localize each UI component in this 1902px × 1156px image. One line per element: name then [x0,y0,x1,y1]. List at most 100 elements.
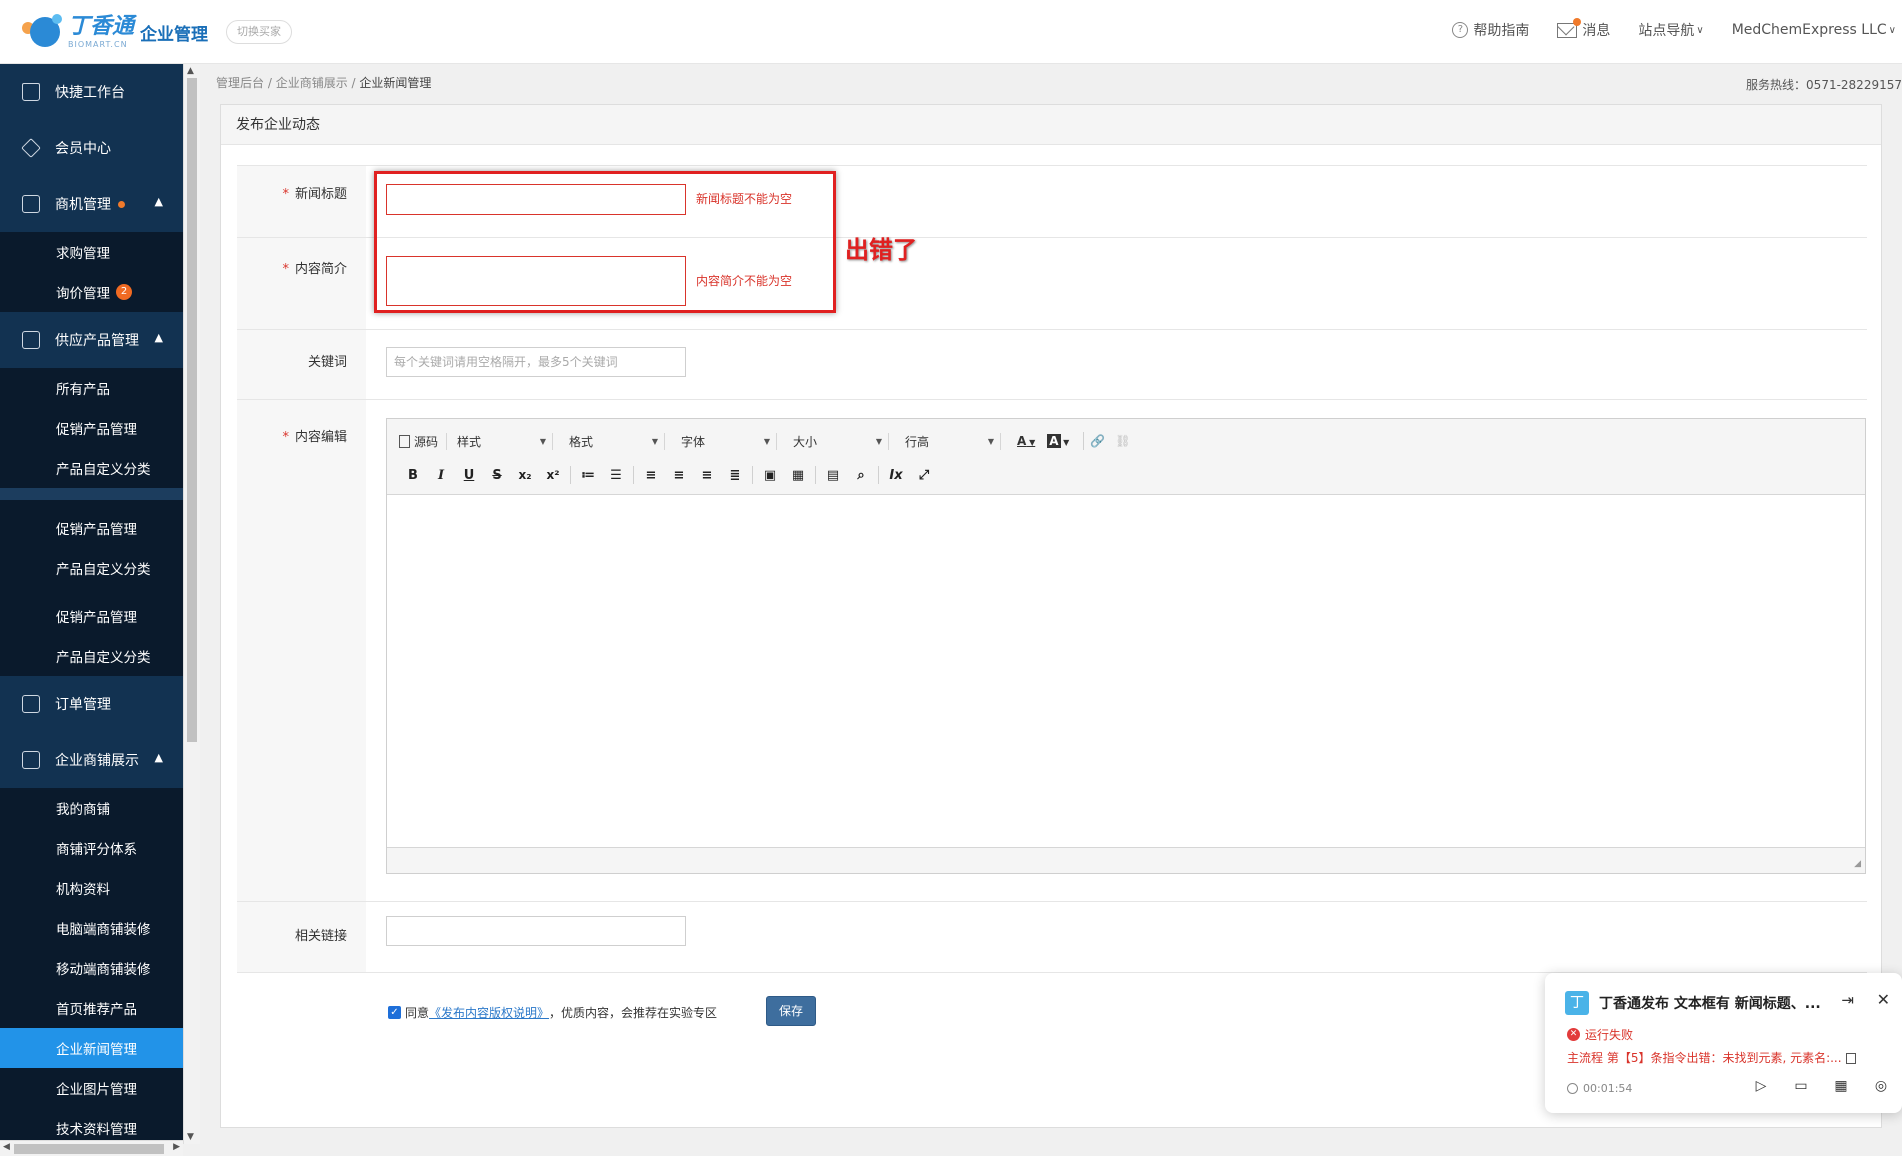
sidebar-item-orders[interactable]: 订单管理 [0,676,183,732]
table-icon[interactable]: ▦ [1832,1078,1850,1094]
line-height-select[interactable]: 行高 ▼ [905,432,1002,450]
sidebar-divider [0,488,183,500]
scrollbar-thumb[interactable] [14,1144,164,1154]
brand-logo[interactable]: 丁香通 BIOMART.CN [22,14,134,50]
sidebar-item-member[interactable]: 会员中心 [0,120,183,176]
keywords-input[interactable]: 每个关键词请用空格隔开，最多5个关键词 [386,347,686,377]
sidebar-vertical-scrollbar[interactable]: ▲ ▼ [183,64,200,1144]
sidebar-item-custom-category[interactable]: 产品自定义分类 [0,448,183,488]
underline-button[interactable]: U [455,468,483,483]
text-color-button[interactable]: A ▼ [1017,434,1035,448]
strikethrough-button[interactable]: S [483,468,511,483]
sidebar-item-label: 企业商铺展示 [55,753,139,769]
close-icon[interactable]: ✕ [1877,990,1890,1009]
source-button[interactable]: 源码 [399,432,448,450]
settings-icon[interactable]: ◎ [1872,1078,1890,1094]
collapse-arrow-icon[interactable]: ⇥ [1841,991,1854,1009]
sidebar-item-promo-products[interactable]: 促销产品管理 [0,596,183,636]
scroll-left-arrow-icon[interactable]: ◀ [3,1142,10,1152]
editor-content-area[interactable] [387,495,1865,847]
sidebar-item-workbench[interactable]: 快捷工作台 [0,64,183,120]
sidebar-item-home-recommend[interactable]: 首页推荐产品 [0,988,183,1028]
sidebar-item-purchase[interactable]: 求购管理 [0,232,183,272]
sidebar-item-mobile-decoration[interactable]: 移动端商铺装修 [0,948,183,988]
log-icon[interactable]: ▭ [1792,1078,1810,1094]
sidebar-item-images[interactable]: 企业图片管理 [0,1068,183,1108]
sidebar-horizontal-scrollbar[interactable]: ◀ ▶ [0,1140,183,1156]
agree-prefix: 同意 [405,1006,430,1020]
copyright-terms-link[interactable]: 《发布内容版权说明》 [429,1004,549,1021]
line-height-select-label: 行高 [905,434,930,449]
sidebar-item-org-info[interactable]: 机构资料 [0,868,183,908]
breadcrumb-parent[interactable]: 企业商铺展示 [276,76,348,90]
sidebar-item-custom-category[interactable]: 产品自定义分类 [0,636,183,676]
scroll-right-arrow-icon[interactable]: ▶ [173,1142,180,1152]
paste-text-icon[interactable]: ▤ [819,468,847,483]
find-replace-icon[interactable]: ⌕ [847,468,875,483]
image-icon[interactable]: ▣ [756,468,784,483]
copy-icon[interactable] [1845,1053,1856,1064]
sidebar-item-promo-products[interactable]: 促销产品管理 [0,408,183,448]
sidebar-item-pc-decoration[interactable]: 电脑端商铺装修 [0,908,183,948]
source-label: 源码 [414,434,439,449]
breadcrumb-root[interactable]: 管理后台 [216,76,264,90]
link-icon[interactable]: 🔗 [1090,434,1105,448]
maximize-icon[interactable]: ⤢ [910,468,938,483]
unlink-icon[interactable]: ⛓ [1115,434,1130,448]
font-select[interactable]: 字体 ▼ [681,432,778,450]
bold-button[interactable]: B [399,468,427,483]
title-label-text: 新闻标题 [294,187,347,202]
subscript-button[interactable]: x₂ [511,468,539,482]
dropdown-arrow-icon: ▼ [1060,438,1070,447]
sidebar-group-supply[interactable]: 供应产品管理 ▲ [0,312,183,368]
sidebar-group-business[interactable]: 商机管理 ▲ [0,176,183,232]
play-icon[interactable]: ▷ [1752,1078,1770,1094]
source-code-icon [399,434,410,448]
sidebar-item-label: 快捷工作台 [55,85,125,101]
save-button[interactable]: 保存 [766,996,816,1026]
related-link-input[interactable] [386,916,686,946]
align-justify-icon[interactable]: ≣ [721,468,749,483]
table-icon[interactable]: ▦ [784,468,812,483]
help-guide-link[interactable]: ? 帮助指南 [1452,20,1529,40]
sidebar-item-shop-rating[interactable]: 商铺评分体系 [0,828,183,868]
messages-link[interactable]: 消息 [1557,17,1610,40]
sidebar-item-news[interactable]: 企业新闻管理 [0,1028,183,1068]
sidebar-item-label: 供应产品管理 [55,333,139,349]
sidebar-group-shop[interactable]: 企业商铺展示 ▲ [0,732,183,788]
sidebar-item-promo-products[interactable]: 促销产品管理 [0,508,183,548]
format-select[interactable]: 格式 ▼ [569,432,666,450]
scroll-up-arrow-icon[interactable]: ▲ [187,66,194,76]
notification-dot [118,200,125,208]
align-center-icon[interactable]: ≡ [665,468,693,483]
sidebar-item-custom-category[interactable]: 产品自定义分类 [0,548,183,588]
unordered-list-icon[interactable]: ☰ [602,468,630,483]
scroll-down-arrow-icon[interactable]: ▼ [187,1132,194,1142]
align-right-icon[interactable]: ≡ [693,468,721,483]
dropdown-arrow-icon: ▼ [763,436,771,446]
sidebar-item-my-shop[interactable]: 我的商铺 [0,788,183,828]
italic-button[interactable]: I [427,468,455,483]
logo-mark-icon [22,14,62,50]
scrollbar-thumb[interactable] [187,78,197,742]
dropdown-arrow-icon: ▼ [987,436,995,446]
superscript-button[interactable]: x² [539,468,567,482]
site-nav-dropdown[interactable]: 站点导航 ∨ [1638,20,1703,40]
sidebar-item-all-products[interactable]: 所有产品 [0,368,183,408]
resize-grip-icon[interactable]: ◢ [1854,859,1861,869]
notification-title: 丁香通发布 文本框有 新闻标题、... [1599,996,1821,1012]
mail-icon [1557,17,1582,38]
size-select[interactable]: 大小 ▼ [793,432,890,450]
bg-color-button[interactable]: A ▼ [1047,434,1069,448]
clear-format-icon[interactable]: Ix [882,468,910,483]
style-select[interactable]: 样式 ▼ [457,432,554,450]
agree-checkbox[interactable]: ✓ [388,1006,401,1019]
ordered-list-icon[interactable]: ≔ [574,468,602,483]
dropdown-arrow-icon: ▼ [1026,438,1036,447]
document-icon [22,695,40,713]
align-left-icon[interactable]: ≡ [637,468,665,483]
switch-buyer-button[interactable]: 切换买家 [226,20,292,44]
breadcrumb-current: 企业新闻管理 [359,76,432,90]
account-dropdown[interactable]: MedChemExpress LLC ∨ [1732,22,1896,38]
sidebar-item-inquiry[interactable]: 询价管理 2 [0,272,183,312]
